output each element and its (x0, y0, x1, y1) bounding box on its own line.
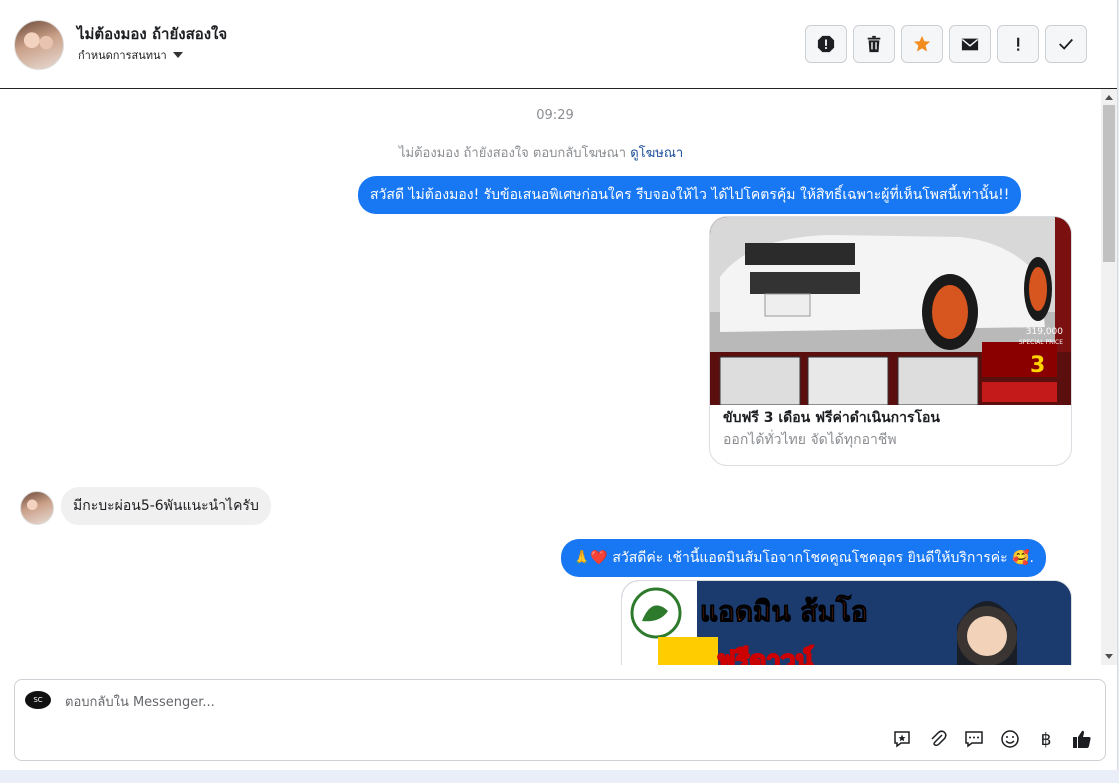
chat-bubble-icon (965, 731, 983, 748)
ad-card-subtitle: ออกได้ทั่วไทย จัดได้ทุกอาชีพ (723, 432, 897, 448)
ad-card-image: 319,000 SPECIAL PRICE 3 (710, 217, 1071, 405)
conversation-menu-label: กำหนดการสนทนา (78, 49, 167, 62)
promo-text-2: ฟรีดาวน์ (717, 645, 814, 665)
outgoing-message[interactable]: 🙏❤️ สวัสดีค่ะ เช้านี้แอดมินส้มโอจากโชคคู… (561, 539, 1046, 577)
spam-button[interactable] (997, 25, 1039, 63)
message-timestamp: 09:29 (536, 108, 574, 123)
ad-card-title: ขับฟรี 3 เดือน ฟรีค่าดำเนินการโอน (723, 410, 940, 426)
envelope-icon (961, 38, 979, 51)
ad-card[interactable]: 319,000 SPECIAL PRICE 3 ขับฟรี 3 เดือน ฟ… (709, 216, 1072, 466)
caret-down-icon (172, 52, 183, 58)
like-button[interactable] (1069, 726, 1095, 752)
truck-photo: 319,000 SPECIAL PRICE 3 (710, 217, 1071, 405)
message-scrollbar[interactable] (1101, 89, 1117, 665)
saved-replies-button[interactable] (889, 726, 915, 752)
conversation-panel: ไม่ต้องมอง ถ้ายังสองใจ กำหนดการสนทนา 09:… (0, 0, 1118, 770)
ad-reply-text: ไม่ต้องมอง ถ้ายังสองใจ ตอบกลับโฆษณา (399, 146, 627, 161)
thumbs-up-icon (1073, 730, 1091, 748)
baht-icon: ฿ (1041, 730, 1052, 749)
header-actions (805, 25, 1087, 63)
incoming-message[interactable]: มีกะบะผ่อน5-6พันแนะนำไครับ (61, 487, 271, 525)
delete-button[interactable] (853, 25, 895, 63)
star-button[interactable] (901, 25, 943, 63)
conversation-menu[interactable]: กำหนดการสนทนา (78, 46, 183, 64)
scroll-down-icon[interactable] (1105, 654, 1113, 659)
saved-reply-icon (894, 731, 910, 748)
page-avatar: SC (25, 691, 51, 709)
ad-reply-notice: ไม่ต้องมอง ถ้ายังสองใจ ตอบกลับโฆษณา ดูโฆ… (399, 142, 683, 163)
scroll-thumb[interactable] (1103, 105, 1115, 262)
scroll-up-icon[interactable] (1105, 95, 1113, 100)
ad-price-label: SPECIAL PRICE (1019, 339, 1063, 346)
check-icon (1059, 38, 1073, 50)
sender-avatar[interactable] (20, 491, 54, 525)
emoji-icon (1001, 730, 1019, 748)
emoji-button[interactable] (997, 726, 1023, 752)
admin-promo-banner: แอดมิน ส้มโอ ฟรีดาวน์ (622, 581, 1071, 665)
star-icon (913, 35, 931, 52)
paperclip-icon (931, 730, 947, 747)
message-list: 09:29 ไม่ต้องมอง ถ้ายังสองใจ ตอบกลับโฆษณ… (0, 89, 1100, 665)
done-button[interactable] (1045, 25, 1087, 63)
report-icon (817, 35, 835, 53)
ad-promo-number: 3 (1030, 353, 1045, 378)
report-button[interactable] (805, 25, 847, 63)
composer-tools: ฿ (889, 726, 1095, 752)
contact-name[interactable]: ไม่ต้องมอง ถ้ายังสองใจ (77, 22, 227, 46)
svg-text:฿: ฿ (1041, 730, 1052, 749)
quick-replies-button[interactable] (961, 726, 987, 752)
promo-image[interactable]: แอดมิน ส้มโอ ฟรีดาวน์ (621, 580, 1072, 665)
trash-icon (867, 35, 881, 53)
attach-button[interactable] (925, 726, 951, 752)
mark-unread-button[interactable] (949, 25, 991, 63)
reply-composer: SC ฿ (14, 679, 1106, 761)
ad-price: 319,000 (1026, 327, 1063, 337)
outgoing-message[interactable]: สวัสดี ไม่ต้องมอง! รับข้อเสนอพิเศษก่อนใค… (358, 176, 1022, 214)
contact-avatar[interactable] (14, 20, 64, 70)
conversation-header: ไม่ต้องมอง ถ้ายังสองใจ กำหนดการสนทนา (0, 0, 1117, 89)
view-ad-link[interactable]: ดูโฆษณา (630, 146, 683, 161)
reply-input[interactable] (63, 690, 867, 714)
payment-button[interactable]: ฿ (1033, 726, 1059, 752)
exclamation-icon (1017, 37, 1020, 51)
promo-text: แอดมิน ส้มโอ (700, 594, 868, 628)
